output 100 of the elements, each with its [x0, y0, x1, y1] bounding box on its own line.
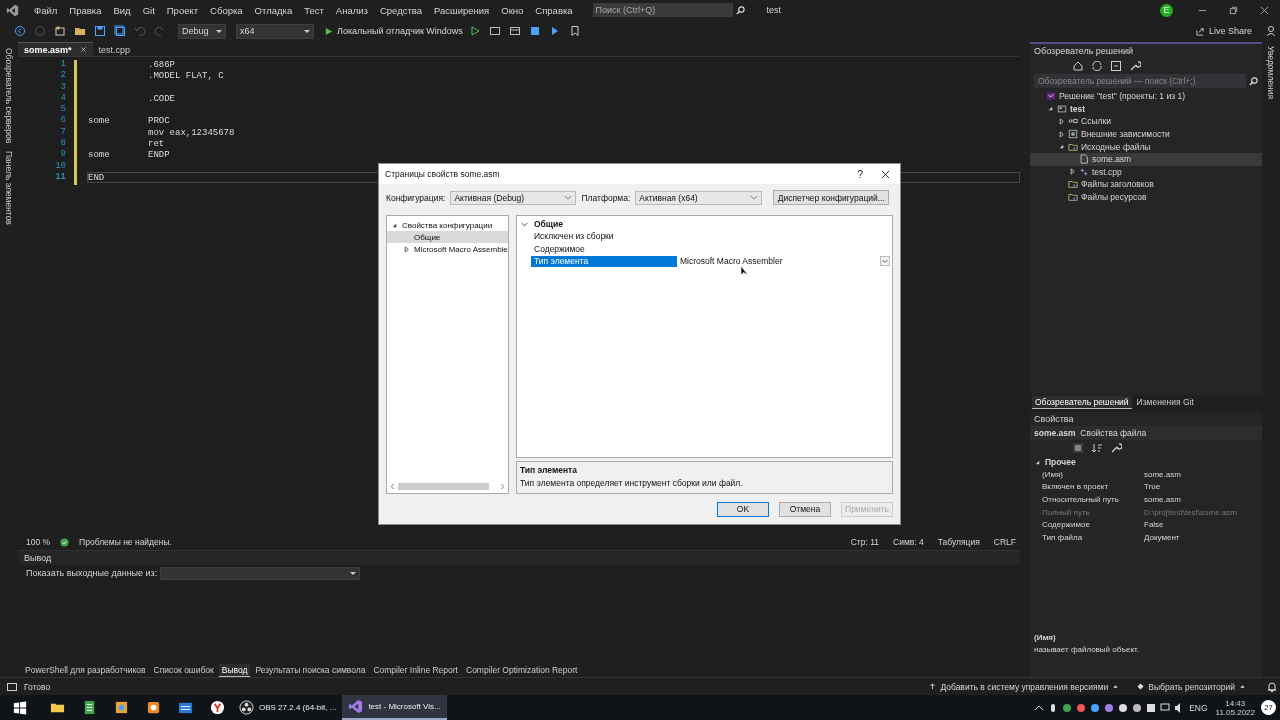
close-icon[interactable]	[1260, 5, 1269, 15]
tree-item[interactable]: Внешние зависимости	[1081, 129, 1170, 140]
menu-item[interactable]: Окно	[495, 4, 530, 16]
dialog-button[interactable]: OK	[717, 501, 769, 517]
object-selector[interactable]: some.asm Свойства файла	[1030, 426, 1262, 440]
panel-tab[interactable]: Результаты поиска символа	[252, 664, 369, 676]
property-name[interactable]: Содержимое	[531, 243, 677, 255]
sort-icon[interactable]	[1091, 442, 1103, 454]
menu-item[interactable]: Вид	[107, 4, 137, 16]
platform-dropdown[interactable]: x64	[236, 23, 314, 39]
expanded-arrow-icon[interactable]	[1058, 143, 1065, 151]
editor-tab[interactable]: some.asm*	[18, 42, 93, 56]
collapse-icon[interactable]	[1110, 60, 1122, 72]
column-position[interactable]: Симв: 4	[889, 537, 928, 547]
property-name[interactable]: Исключен из сборки	[531, 230, 677, 242]
editor-tab[interactable]: test.cpp	[92, 43, 137, 56]
live-share-button[interactable]: Live Share	[1195, 26, 1252, 36]
clock-time[interactable]: 14:43	[1225, 698, 1246, 708]
menu-item[interactable]: Сборка	[204, 4, 249, 16]
tree-item[interactable]: Microsoft Macro Assemble	[387, 243, 508, 255]
tree-item[interactable]: Решение "test" (проекты: 1 из 1)	[1059, 91, 1185, 102]
issues-status[interactable]: Проблемы не найдены.	[75, 537, 176, 547]
back-icon[interactable]	[14, 25, 26, 37]
clock-date[interactable]: 11.05.2022	[1215, 707, 1255, 717]
expanded-chevron-icon[interactable]	[521, 221, 528, 227]
close-icon[interactable]	[881, 169, 890, 179]
menu-item[interactable]: Git	[136, 4, 161, 16]
panel-tab[interactable]: Изменения Git	[1133, 396, 1197, 408]
taskbar-app[interactable]: test - Microsoft Vis...	[342, 695, 447, 720]
window-icon[interactable]	[488, 25, 501, 37]
output-window-icon[interactable]	[6, 680, 18, 693]
scroll-right-icon[interactable]	[500, 482, 505, 490]
side-tab[interactable]: Уведомления	[1266, 46, 1276, 677]
open-folder-icon[interactable]	[74, 25, 86, 37]
tree-item[interactable]: test	[1070, 103, 1086, 114]
menu-item[interactable]: Файл	[28, 4, 64, 16]
line-position[interactable]: Стр: 11	[846, 537, 883, 547]
menu-item[interactable]: Справка	[529, 4, 579, 16]
side-tab[interactable]: Обозреватель серверов	[4, 48, 14, 144]
tree-item[interactable]: Файлы ресурсов	[1081, 192, 1147, 203]
property-value[interactable]: some.asm	[1142, 495, 1181, 504]
menu-item[interactable]: Отладка	[248, 4, 299, 16]
configuration-dropdown[interactable]: Активная (Debug)	[450, 190, 577, 205]
help-button[interactable]: ?	[857, 168, 863, 180]
bookmark-icon[interactable]	[568, 25, 581, 37]
menu-item[interactable]: Анализ	[329, 4, 374, 16]
home-icon[interactable]	[1072, 60, 1084, 72]
configuration-manager-button[interactable]: Диспетчер конфигураций...	[773, 190, 890, 205]
platform-dropdown[interactable]: Активная (x64)	[635, 190, 763, 205]
panel-tab[interactable]: Compiler Optimization Report	[463, 664, 581, 676]
property-value[interactable]: Документ	[1142, 532, 1180, 542]
panel-tab[interactable]: Вывод	[218, 663, 251, 677]
property-name[interactable]: Тип элемента	[531, 256, 677, 267]
layout-icon[interactable]	[508, 25, 521, 37]
new-project-icon[interactable]	[54, 25, 66, 37]
zoom-level[interactable]: 100 %	[22, 537, 55, 547]
start-icon[interactable]	[13, 700, 27, 715]
tree-item[interactable]: Исходные файлы	[1081, 141, 1151, 152]
line-ending[interactable]: CRLF	[989, 537, 1020, 547]
save-all-icon[interactable]	[114, 25, 126, 37]
source-control-button[interactable]: Добавить в систему управления версиями	[929, 681, 1120, 692]
expanded-arrow-icon[interactable]	[1047, 105, 1054, 113]
restore-icon[interactable]	[1229, 5, 1238, 15]
property-value[interactable]: some.asm	[1142, 469, 1181, 479]
tree-item[interactable]: Свойства конфигурации	[387, 219, 508, 231]
dialog-button[interactable]: Отмена	[779, 501, 831, 517]
repository-button[interactable]: Выбрать репозиторий	[1137, 681, 1246, 692]
start-debugging-button[interactable]: Локальный отладчик Windows	[324, 26, 463, 36]
property-value[interactable]: False	[1142, 520, 1164, 530]
property-value[interactable]: Microsoft Macro Assembler	[677, 256, 880, 267]
search-field[interactable]: Поиск (Ctrl+Q)	[592, 3, 733, 17]
feedback-icon[interactable]	[1266, 25, 1278, 37]
panel-tab[interactable]: PowerShell для разработчиков	[22, 664, 149, 676]
wrench-icon[interactable]	[1129, 60, 1141, 72]
configuration-dropdown[interactable]: Debug	[178, 23, 226, 39]
start-without-debugging-icon[interactable]	[468, 25, 481, 37]
side-tab[interactable]: Панель элементов	[4, 151, 14, 226]
tree-item[interactable]: Файлы заголовков	[1081, 179, 1154, 190]
search-field[interactable]: Обозреватель решений — поиск (Ctrl+;)	[1034, 74, 1246, 88]
wrench-icon[interactable]	[1110, 442, 1122, 454]
indent-mode[interactable]: Табуляция	[933, 537, 984, 547]
tree-item[interactable]: test.cpp	[1092, 166, 1122, 177]
panel-tab[interactable]: Список ошибок	[150, 664, 217, 676]
taskbar-app[interactable]: OBS 27.2.4 (64-bit, ...	[233, 695, 343, 720]
collapsed-arrow-icon[interactable]	[403, 245, 410, 253]
bell-icon[interactable]	[1266, 680, 1278, 693]
panel-tab[interactable]: Обозреватель решений	[1032, 395, 1132, 409]
menu-item[interactable]: Тест	[298, 4, 330, 16]
tree-item[interactable]: some.asm	[1092, 154, 1132, 165]
menu-item[interactable]: Проект	[160, 4, 205, 16]
tree-item[interactable]: Ссылки	[1081, 116, 1111, 127]
input-language[interactable]: ENG	[1189, 702, 1208, 713]
menu-item[interactable]: Правка	[63, 4, 108, 16]
menu-item[interactable]: Расширения	[428, 4, 496, 16]
menu-item[interactable]: Средства	[373, 4, 428, 16]
property-value[interactable]: True	[1142, 482, 1161, 492]
panel-tab[interactable]: Compiler Inline Report	[370, 664, 461, 676]
scroll-left-icon[interactable]	[390, 482, 395, 490]
tree-item[interactable]: Общие	[387, 231, 508, 243]
save-icon[interactable]	[94, 25, 106, 37]
